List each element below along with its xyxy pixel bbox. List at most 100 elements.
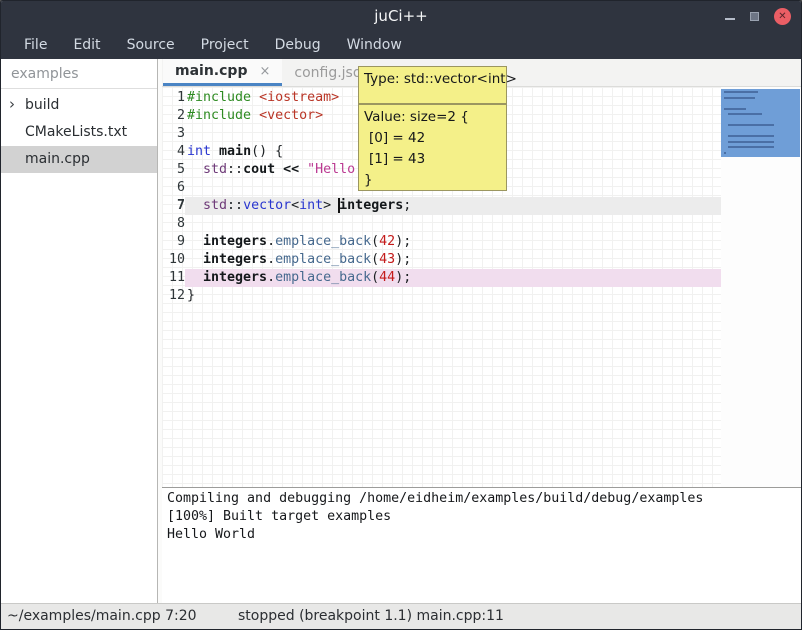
code-token: #include xyxy=(187,108,251,123)
tree-item-build[interactable]: › build xyxy=(1,92,157,119)
menu-file[interactable]: File xyxy=(11,33,60,57)
code-token: :: xyxy=(227,162,243,177)
code-token xyxy=(251,90,259,105)
code-token xyxy=(299,162,307,177)
code-token xyxy=(187,198,203,213)
code-token: } xyxy=(187,288,195,303)
code-token: ( xyxy=(371,252,379,267)
line-number[interactable]: 3 xyxy=(162,125,185,143)
status-file-position: ~/examples/main.cpp 7:20 xyxy=(7,608,197,624)
code-token: cout xyxy=(243,162,275,177)
code-token xyxy=(187,234,203,249)
code-token: :: xyxy=(227,198,243,213)
window-title: juCi++ xyxy=(1,7,801,25)
line-number[interactable]: 7 xyxy=(162,197,185,215)
code-token: 44 xyxy=(379,270,395,285)
code-token xyxy=(187,270,203,285)
code-token xyxy=(211,144,219,159)
code-token: . xyxy=(267,252,275,267)
app-window: juCi++ ✕ File Edit Source Project Debug … xyxy=(0,0,802,630)
line-number[interactable]: 9 xyxy=(162,233,185,251)
line-number[interactable]: 6 xyxy=(162,179,185,197)
status-debug-state: stopped (breakpoint 1.1) main.cpp:11 xyxy=(238,608,504,624)
type-tooltip: Type: std::vector<int> xyxy=(358,66,507,104)
line-number[interactable]: 8 xyxy=(162,215,185,233)
output-line: [100%] Built target examples xyxy=(167,508,801,526)
code-token: emplace_back xyxy=(275,270,371,285)
close-icon[interactable]: ✕ xyxy=(774,8,791,25)
code-token: std xyxy=(203,162,227,177)
code-token: emplace_back xyxy=(275,252,371,267)
code-token xyxy=(275,162,283,177)
code-token: ( xyxy=(371,234,379,249)
code-token: . xyxy=(267,234,275,249)
minimap-line xyxy=(728,135,775,137)
code-token xyxy=(187,162,203,177)
tree-item-cmakelists[interactable]: CMakeLists.txt xyxy=(1,119,157,146)
code-line[interactable]: std::vector<int> integers; xyxy=(187,197,721,215)
menu-edit[interactable]: Edit xyxy=(60,33,113,57)
code-token: <iostream> xyxy=(259,90,339,105)
file-tree-panel: examples › build CMakeLists.txt main.cpp xyxy=(1,59,158,605)
restore-icon[interactable] xyxy=(750,12,759,21)
code-token: main xyxy=(219,144,251,159)
project-folder-label: examples xyxy=(1,59,157,89)
line-number-gutter[interactable]: 123456789101112 xyxy=(162,89,185,305)
minimize-icon[interactable] xyxy=(725,18,735,20)
minimap-line xyxy=(724,152,726,154)
code-line[interactable]: integers.emplace_back(43); xyxy=(187,251,721,269)
code-token: integers xyxy=(203,252,267,267)
tab-close-icon[interactable]: × xyxy=(259,64,270,79)
code-token: #include xyxy=(187,90,251,105)
code-token: <vector> xyxy=(259,108,323,123)
code-token: emplace_back xyxy=(275,234,371,249)
menu-debug[interactable]: Debug xyxy=(262,33,334,57)
code-token: . xyxy=(267,270,275,285)
line-number[interactable]: 1 xyxy=(162,89,185,107)
line-number[interactable]: 10 xyxy=(162,251,185,269)
code-token: ); xyxy=(395,270,411,285)
tooltip-value-text: [1] = 43 xyxy=(364,149,501,170)
code-token: < xyxy=(291,198,299,213)
code-token: vector xyxy=(243,198,291,213)
code-token: int xyxy=(187,144,211,159)
titlebar[interactable]: juCi++ ✕ xyxy=(1,1,801,31)
menu-window[interactable]: Window xyxy=(334,33,415,57)
tooltip-value-text: } xyxy=(364,170,501,191)
code-token: int xyxy=(299,198,323,213)
line-number[interactable]: 12 xyxy=(162,287,185,305)
tree-item-maincpp[interactable]: main.cpp xyxy=(1,146,157,173)
menubar: File Edit Source Project Debug Window xyxy=(1,31,801,59)
code-token: ); xyxy=(395,234,411,249)
build-output-panel[interactable]: Compiling and debugging /home/eidheim/ex… xyxy=(162,487,801,605)
tab-main-cpp[interactable]: main.cpp × xyxy=(163,59,282,86)
line-number[interactable]: 2 xyxy=(162,107,185,125)
code-token: ; xyxy=(403,198,411,213)
code-token: std xyxy=(203,198,227,213)
minimap[interactable] xyxy=(721,87,801,487)
menu-source[interactable]: Source xyxy=(114,33,188,57)
line-number[interactable]: 11 xyxy=(162,269,185,287)
code-line[interactable]: integers.emplace_back(44); xyxy=(187,269,721,287)
tab-label: main.cpp xyxy=(175,63,247,79)
tree-item-label: build xyxy=(25,97,59,113)
code-token: ( xyxy=(371,270,379,285)
code-line[interactable]: integers.emplace_back(42); xyxy=(187,233,721,251)
line-number[interactable]: 4 xyxy=(162,143,185,161)
minimap-line xyxy=(728,146,775,148)
menu-project[interactable]: Project xyxy=(188,33,262,57)
code-token: "Hello xyxy=(307,162,355,177)
expander-chevron-icon[interactable]: › xyxy=(9,91,15,118)
minimap-line xyxy=(728,124,775,126)
code-token: << xyxy=(283,162,299,177)
minimap-line xyxy=(728,141,775,143)
output-line: Hello World xyxy=(167,526,801,544)
code-token xyxy=(251,108,259,123)
line-number[interactable]: 5 xyxy=(162,161,185,179)
tree-item-label: CMakeLists.txt xyxy=(25,124,127,140)
code-line[interactable] xyxy=(187,215,721,233)
code-line[interactable]: } xyxy=(187,287,721,305)
debug-value-tooltip: Value: size=2 { [0] = 42 [1] = 43 } xyxy=(358,104,507,191)
code-token: 42 xyxy=(379,234,395,249)
code-token: integers xyxy=(203,234,267,249)
